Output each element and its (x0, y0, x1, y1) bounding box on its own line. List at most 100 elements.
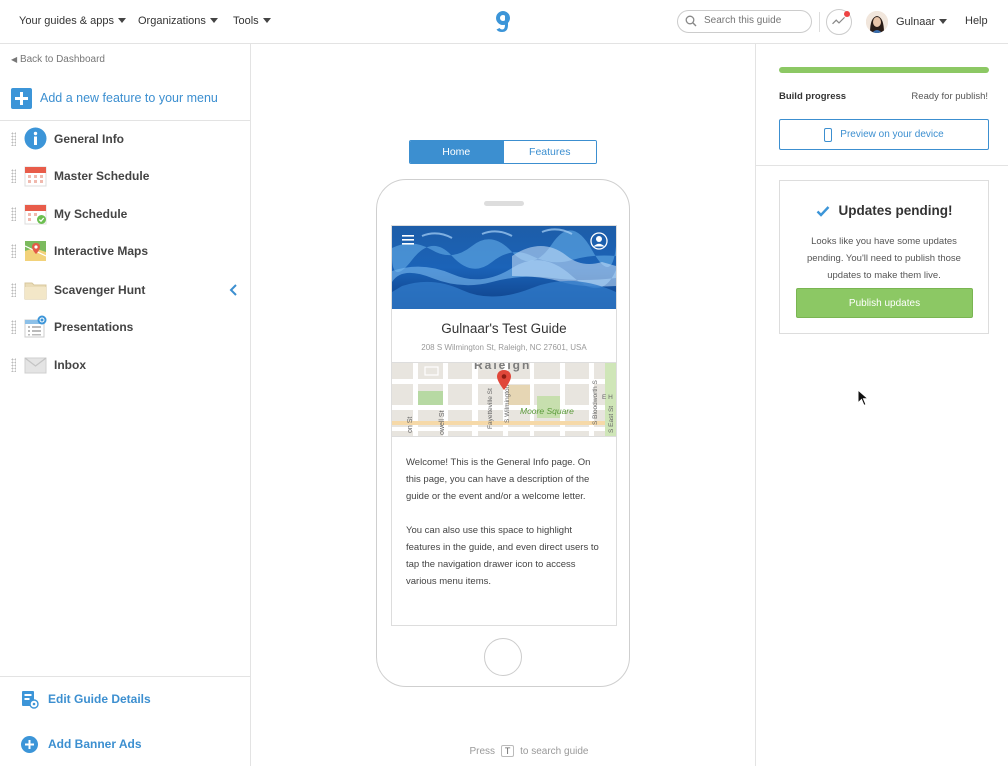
drag-handle-icon[interactable] (11, 207, 16, 221)
welcome-text: Welcome! This is the General Info page. … (406, 454, 606, 590)
add-banner-icon (21, 735, 38, 753)
presentation-icon (24, 315, 47, 338)
sidebar-bottom-divider (0, 676, 250, 677)
phone-home-button (484, 638, 522, 676)
search-input[interactable] (704, 15, 804, 26)
drag-handle-icon[interactable] (11, 169, 16, 183)
activity-button[interactable] (826, 9, 852, 35)
mouse-cursor-icon (857, 389, 869, 407)
chevron-left-icon: ◀ (11, 55, 18, 64)
add-banner-ads-label: Add Banner Ads (48, 737, 142, 751)
user-menu[interactable]: Gulnaar (896, 16, 948, 28)
nav-divider (819, 12, 820, 32)
tools-menu[interactable]: Tools (233, 15, 271, 27)
location-map[interactable]: Raleigh Moore Square on St owell St Faye… (392, 362, 616, 437)
keyboard-hint: Press T to search guide (251, 745, 807, 757)
info-icon (24, 127, 47, 150)
search-box[interactable] (677, 10, 812, 33)
sidebar-item-label: Interactive Maps (54, 244, 149, 258)
edit-guide-icon (22, 690, 39, 709)
folder-icon (24, 282, 47, 300)
hint-key: T (500, 745, 515, 757)
right-panel: Build progress Ready for publish! Previe… (755, 44, 1008, 766)
caret-down-icon (209, 18, 218, 23)
hamburger-menu-icon[interactable] (402, 235, 414, 245)
checkmark-icon (816, 205, 829, 217)
guide-address: 208 S Wilmington St, Raleigh, NC 27601, … (421, 343, 587, 352)
envelope-icon (24, 357, 47, 374)
sidebar-item-label: Scavenger Hunt (54, 283, 146, 297)
notification-dot (844, 11, 850, 17)
sidebar-item-label: Master Schedule (54, 169, 150, 183)
drag-handle-icon[interactable] (11, 132, 16, 146)
organizations-menu[interactable]: Organizations (138, 15, 218, 27)
sidebar-item-presentations[interactable]: Presentations (0, 311, 250, 343)
map-street-label: S East St (608, 406, 615, 433)
map-icon (24, 241, 47, 261)
map-street-label: S Bloodworth S (592, 380, 599, 425)
sidebar-item-label: Presentations (54, 320, 134, 334)
build-progress-label: Build progress (779, 91, 847, 102)
caret-down-icon (262, 18, 271, 23)
preview-on-device-button[interactable]: Preview on your device (779, 119, 989, 150)
sidebar-item-my-schedule[interactable]: My Schedule (0, 198, 250, 230)
add-feature-button[interactable]: Add a new feature to your menu (11, 87, 218, 109)
tab-features[interactable]: Features (502, 141, 596, 163)
guides-apps-label: Your guides & apps (19, 15, 114, 27)
map-street-label: E H (602, 394, 613, 401)
back-link-label: Back to Dashboard (19, 54, 105, 65)
updates-title-row: Updates pending! (780, 203, 988, 218)
sidebar-item-general-info[interactable]: General Info (0, 123, 250, 155)
street-map-image: Raleigh Moore Square on St owell St Faye… (392, 363, 616, 436)
search-icon (685, 15, 697, 27)
user-avatar[interactable] (866, 11, 888, 33)
back-to-dashboard-link[interactable]: ◀ Back to Dashboard (11, 54, 105, 65)
top-navigation-bar: Your guides & apps Organizations Tools G… (0, 0, 1008, 44)
drag-handle-icon[interactable] (11, 283, 16, 297)
drag-handle-icon[interactable] (11, 358, 16, 372)
hint-suffix: to search guide (520, 746, 589, 757)
chevron-left-icon[interactable] (229, 283, 239, 297)
drag-handle-icon[interactable] (11, 244, 16, 258)
ocean-waves-image (392, 226, 616, 309)
tools-label: Tools (233, 15, 259, 27)
updates-title: Updates pending! (838, 203, 953, 218)
welcome-paragraph: Welcome! This is the General Info page. … (406, 457, 591, 502)
sidebar-item-scavenger-hunt[interactable]: Scavenger Hunt (0, 274, 250, 306)
caret-down-icon (939, 19, 948, 24)
build-progress-bar (779, 67, 989, 73)
sidebar-item-label: General Info (54, 132, 125, 146)
preview-button-label: Preview on your device (840, 129, 944, 140)
sidebar-divider (0, 120, 250, 121)
guide-title: Gulnaar's Test Guide (441, 321, 567, 336)
preview-area: Home Features Gulnaar's Test Guide 208 S… (251, 44, 755, 766)
mobile-phone-icon (824, 127, 833, 142)
sidebar-item-label: My Schedule (54, 207, 128, 221)
profile-icon[interactable] (590, 232, 608, 250)
add-banner-ads-link[interactable]: Add Banner Ads (20, 734, 142, 754)
edit-guide-details-label: Edit Guide Details (48, 692, 151, 706)
updates-body-text: Looks like you have some updates pending… (807, 236, 961, 281)
sidebar-item-master-schedule[interactable]: Master Schedule (0, 160, 250, 192)
map-street-label: Fayetteville St (487, 388, 494, 429)
phone-speaker (484, 201, 524, 206)
phone-screen: Gulnaar's Test Guide 208 S Wilmington St… (391, 225, 617, 626)
phone-mockup: Gulnaar's Test Guide 208 S Wilmington St… (376, 179, 630, 687)
sidebar-item-inbox[interactable]: Inbox (0, 349, 250, 381)
preview-tabs: Home Features (409, 140, 597, 164)
help-link[interactable]: Help (965, 15, 988, 27)
hint-prefix: Press (469, 746, 496, 757)
sidebar-item-interactive-maps[interactable]: Interactive Maps (0, 235, 250, 267)
tab-home[interactable]: Home (410, 141, 503, 163)
drag-handle-icon[interactable] (11, 320, 16, 334)
publish-updates-button[interactable]: Publish updates (796, 288, 973, 318)
map-street-label: owell St (439, 410, 446, 435)
map-park-label: Moore Square (520, 406, 574, 416)
build-progress-fill (779, 67, 989, 73)
calendar-icon (24, 166, 47, 187)
right-panel-divider (756, 165, 1008, 166)
edit-guide-details-link[interactable]: Edit Guide Details (20, 689, 151, 709)
guidebook-logo-icon[interactable] (493, 8, 513, 34)
welcome-paragraph: You can also use this space to highlight… (406, 525, 599, 587)
guides-apps-menu[interactable]: Your guides & apps (19, 15, 126, 27)
